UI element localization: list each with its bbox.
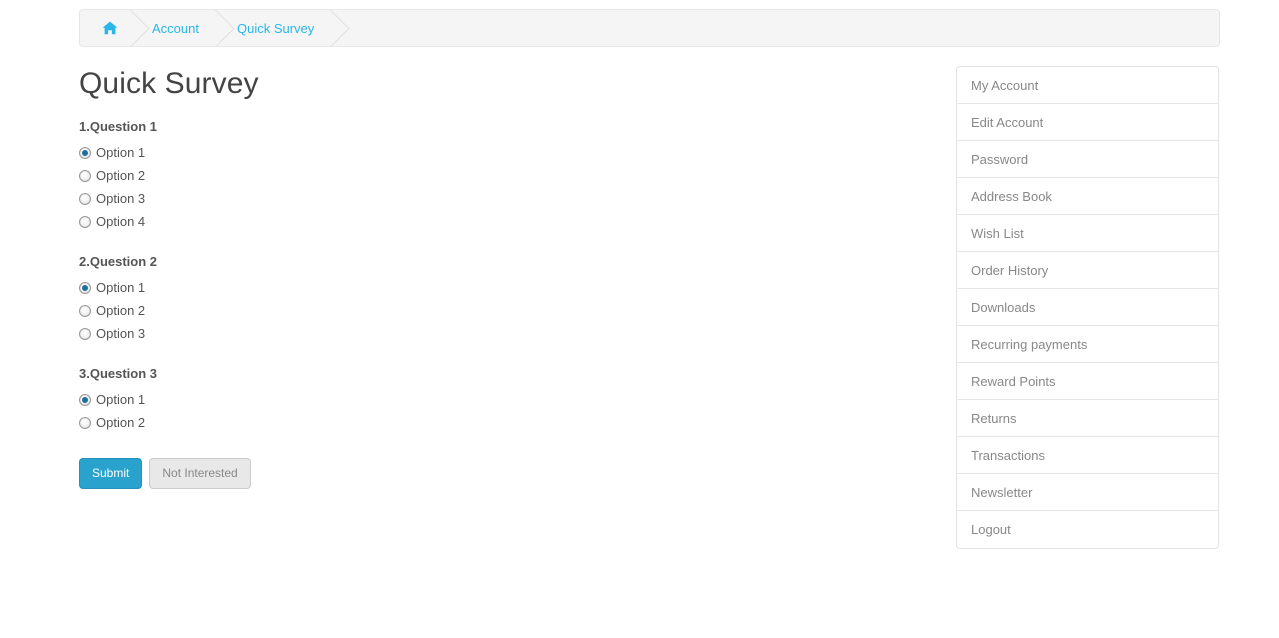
- radio-option-label: Option 1: [96, 280, 146, 295]
- question-label: 1.Question 1: [79, 119, 158, 134]
- sidebar-item-returns[interactable]: Returns: [957, 400, 1218, 437]
- page-title: Quick Survey: [79, 67, 259, 100]
- submit-button[interactable]: Submit: [79, 458, 143, 489]
- radio-option-label: Option 3: [96, 191, 146, 206]
- breadcrumb-item-account[interactable]: Account: [132, 10, 217, 46]
- radio-option[interactable]: Option 3: [79, 323, 919, 345]
- sidebar-item-wish-list[interactable]: Wish List: [957, 215, 1218, 252]
- question-block-2: 2.Question 2 Option 1 Option 2 Option 3: [79, 253, 919, 345]
- radio-option[interactable]: Option 2: [79, 412, 919, 434]
- radio-input[interactable]: [79, 394, 91, 406]
- radio-input[interactable]: [79, 328, 91, 340]
- sidebar-item-password[interactable]: Password: [957, 141, 1218, 178]
- radio-input[interactable]: [79, 147, 91, 159]
- breadcrumb-label: Account: [152, 20, 199, 36]
- breadcrumb-item-quick-survey[interactable]: Quick Survey: [217, 10, 332, 46]
- sidebar-item-edit-account[interactable]: Edit Account: [957, 104, 1218, 141]
- home-icon: [102, 21, 118, 35]
- radio-option[interactable]: Option 2: [79, 165, 919, 187]
- radio-input[interactable]: [79, 170, 91, 182]
- radio-input[interactable]: [79, 417, 91, 429]
- radio-input[interactable]: [79, 305, 91, 317]
- sidebar-item-order-history[interactable]: Order History: [957, 252, 1218, 289]
- breadcrumb: Account Quick Survey: [79, 9, 1220, 47]
- account-sidebar: My Account Edit Account Password Address…: [956, 66, 1219, 549]
- question-block-1: 1.Question 1 Option 1 Option 2 Option 3 …: [79, 118, 919, 233]
- radio-option[interactable]: Option 2: [79, 300, 919, 322]
- radio-option-label: Option 1: [96, 145, 146, 160]
- radio-option-label: Option 2: [96, 168, 146, 183]
- radio-input[interactable]: [79, 282, 91, 294]
- sidebar-item-reward-points[interactable]: Reward Points: [957, 363, 1218, 400]
- question-block-3: 3.Question 3 Option 1 Option 2: [79, 365, 919, 434]
- not-interested-button[interactable]: Not Interested: [149, 458, 251, 489]
- form-actions: Submit Not Interested: [79, 458, 919, 489]
- question-label: 2.Question 2: [79, 254, 158, 269]
- sidebar-item-downloads[interactable]: Downloads: [957, 289, 1218, 326]
- radio-option[interactable]: Option 3: [79, 188, 919, 210]
- breadcrumb-home-link[interactable]: [80, 10, 132, 46]
- radio-option[interactable]: Option 1: [79, 389, 919, 411]
- radio-option-label: Option 4: [96, 214, 146, 229]
- sidebar-item-newsletter[interactable]: Newsletter: [957, 474, 1218, 511]
- radio-option[interactable]: Option 1: [79, 142, 919, 164]
- sidebar-item-logout[interactable]: Logout: [957, 511, 1218, 548]
- main-content: Quick Survey 1.Question 1 Option 1 Optio…: [79, 66, 919, 489]
- sidebar-item-my-account[interactable]: My Account: [957, 67, 1218, 104]
- radio-option-label: Option 1: [96, 392, 146, 407]
- question-label: 3.Question 3: [79, 366, 158, 381]
- radio-option-label: Option 2: [96, 415, 146, 430]
- radio-input[interactable]: [79, 193, 91, 205]
- breadcrumb-label: Quick Survey: [236, 20, 315, 36]
- sidebar-item-recurring-payments[interactable]: Recurring payments: [957, 326, 1218, 363]
- sidebar-item-address-book[interactable]: Address Book: [957, 178, 1218, 215]
- sidebar-item-transactions[interactable]: Transactions: [957, 437, 1218, 474]
- radio-option-label: Option 2: [96, 303, 146, 318]
- radio-option[interactable]: Option 4: [79, 211, 919, 233]
- radio-option[interactable]: Option 1: [79, 277, 919, 299]
- radio-input[interactable]: [79, 216, 91, 228]
- page-root: Account Quick Survey Quick Survey 1.Ques…: [0, 0, 1279, 638]
- radio-option-label: Option 3: [96, 326, 146, 341]
